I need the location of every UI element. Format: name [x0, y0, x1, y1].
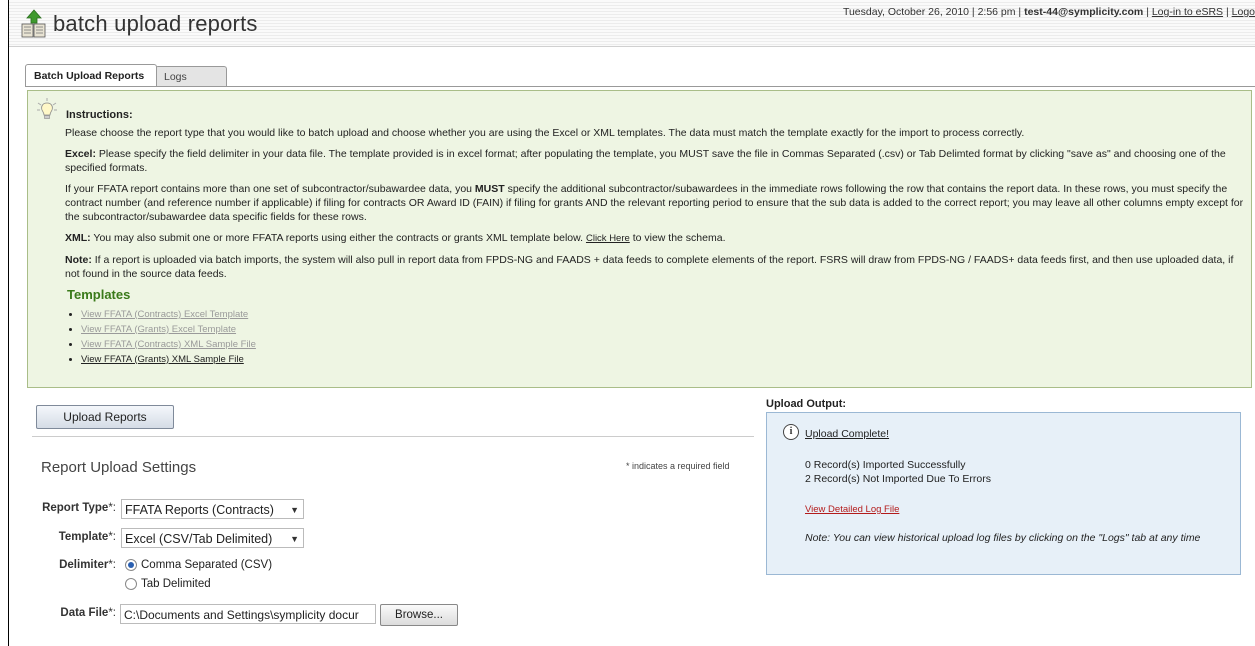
report-type-label-text: Report Type: [42, 502, 109, 514]
xml-label: XML:: [65, 232, 91, 244]
excel-text: Please specify the field delimiter in yo…: [65, 148, 1226, 174]
instructions-panel: Instructions: Please choose the report t…: [27, 90, 1252, 388]
upload-output-panel: i Upload Complete! 0 Record(s) Imported …: [766, 412, 1241, 575]
report-type-value: FFATA Reports (Contracts): [125, 503, 274, 517]
template-select[interactable]: Excel (CSV/Tab Delimited) ▼: [121, 528, 304, 548]
instructions-intro: Please choose the report type that you w…: [65, 127, 1025, 139]
header-separator-2: |: [1225, 6, 1229, 18]
contracts-excel-template-link[interactable]: View FFATA (Contracts) Excel Template: [81, 309, 248, 320]
divider: [32, 436, 754, 437]
required-mark: *:: [108, 607, 116, 619]
instructions-body: Please choose the report type that you w…: [65, 126, 1245, 368]
delimiter-csv-label: Comma Separated (CSV): [141, 559, 273, 571]
header-date: Tuesday, October 26, 2010 | 2:56 pm |: [842, 6, 1022, 18]
delimiter-tab-option[interactable]: Tab Delimited: [125, 578, 211, 590]
grants-xml-sample-link[interactable]: View FFATA (Grants) XML Sample File: [81, 354, 244, 365]
schema-link[interactable]: Click Here: [586, 233, 630, 244]
required-mark: *:: [108, 559, 116, 571]
radio-icon[interactable]: [125, 559, 137, 571]
tab-logs[interactable]: Logs: [155, 66, 227, 86]
instructions-excel: Excel: Please specify the field delimite…: [65, 147, 1245, 175]
header-separator: |: [1146, 6, 1149, 18]
multiple-text-a: If your FFATA report contains more than …: [65, 183, 475, 195]
delimiter-label-text: Delimiter: [59, 559, 109, 571]
grants-excel-template-link[interactable]: View FFATA (Grants) Excel Template: [81, 324, 236, 335]
contracts-xml-sample-link[interactable]: View FFATA (Contracts) XML Sample File: [81, 339, 256, 350]
esrs-login-link[interactable]: Log-in to eSRS: [1152, 6, 1223, 18]
list-item: View FFATA (Grants) XML Sample File: [81, 353, 1245, 366]
data-file-label-text: Data File: [60, 607, 109, 619]
list-item: View FFATA (Contracts) Excel Template: [81, 308, 1245, 321]
header-user: test-44@symplicity.com: [1024, 6, 1144, 18]
template-label: Template*:: [6, 531, 116, 543]
info-icon: i: [783, 424, 799, 440]
list-item: View FFATA (Contracts) XML Sample File: [81, 338, 1245, 351]
data-file-label: Data File*:: [6, 607, 116, 619]
imported-count: 0 Record(s) Imported Successfully: [805, 459, 966, 471]
radio-icon[interactable]: [125, 578, 137, 590]
upload-output-label: Upload Output:: [766, 398, 847, 410]
required-mark: *:: [108, 502, 116, 514]
list-item: View FFATA (Grants) Excel Template: [81, 323, 1245, 336]
template-value: Excel (CSV/Tab Delimited): [125, 532, 273, 546]
delimiter-tab-label: Tab Delimited: [141, 578, 211, 590]
tab-divider: [25, 86, 1255, 87]
delimiter-csv-option[interactable]: Comma Separated (CSV): [125, 559, 272, 571]
template-label-text: Template: [58, 531, 109, 543]
view-log-link[interactable]: View Detailed Log File: [805, 504, 899, 515]
delimiter-label: Delimiter*:: [6, 559, 116, 571]
xml-text-b: to view the schema.: [629, 232, 726, 244]
must-text: MUST: [474, 183, 505, 195]
instructions-note: Note: If a report is uploaded via batch …: [65, 253, 1245, 281]
instructions-xml: XML: You may also submit one or more FFA…: [65, 231, 1245, 246]
instructions-title: Instructions:: [66, 109, 133, 121]
instructions-multiple: If your FFATA report contains more than …: [65, 182, 1245, 224]
lightbulb-icon: [37, 98, 57, 119]
dropdown-arrow-icon: ▼: [290, 534, 299, 544]
not-imported-count: 2 Record(s) Not Imported Due To Errors: [805, 473, 991, 485]
note-text: If a report is uploaded via batch import…: [65, 254, 1234, 280]
upload-complete-text: Upload Complete!: [805, 428, 890, 440]
required-mark: *:: [108, 531, 116, 543]
logout-link[interactable]: Logo: [1232, 6, 1255, 18]
settings-title: Report Upload Settings: [41, 459, 197, 476]
upload-reports-button[interactable]: Upload Reports: [36, 405, 174, 429]
templates-list: View FFATA (Contracts) Excel Template Vi…: [65, 308, 1245, 366]
window-border: [8, 0, 9, 646]
upload-reports-icon: [21, 9, 46, 38]
page-header: batch upload reports Tuesday, October 26…: [9, 0, 1255, 47]
tab-batch-upload-reports[interactable]: Batch Upload Reports: [25, 64, 157, 86]
page-title: batch upload reports: [53, 11, 258, 36]
report-type-select[interactable]: FFATA Reports (Contracts) ▼: [121, 499, 304, 519]
templates-title: Templates: [67, 287, 131, 302]
required-note: * indicates a required field: [626, 461, 730, 471]
browse-button[interactable]: Browse...: [380, 604, 458, 626]
note-label: Note:: [65, 254, 92, 266]
output-note: Note: You can view historical upload log…: [805, 532, 1201, 544]
report-type-label: Report Type*:: [6, 502, 116, 514]
xml-text-a: You may also submit one or more FFATA re…: [90, 232, 586, 244]
data-file-input[interactable]: C:\Documents and Settings\symplicity doc…: [120, 604, 376, 624]
dropdown-arrow-icon: ▼: [290, 505, 299, 515]
header-status: Tuesday, October 26, 2010 | 2:56 pm | te…: [843, 6, 1255, 18]
excel-label: Excel:: [65, 148, 96, 160]
